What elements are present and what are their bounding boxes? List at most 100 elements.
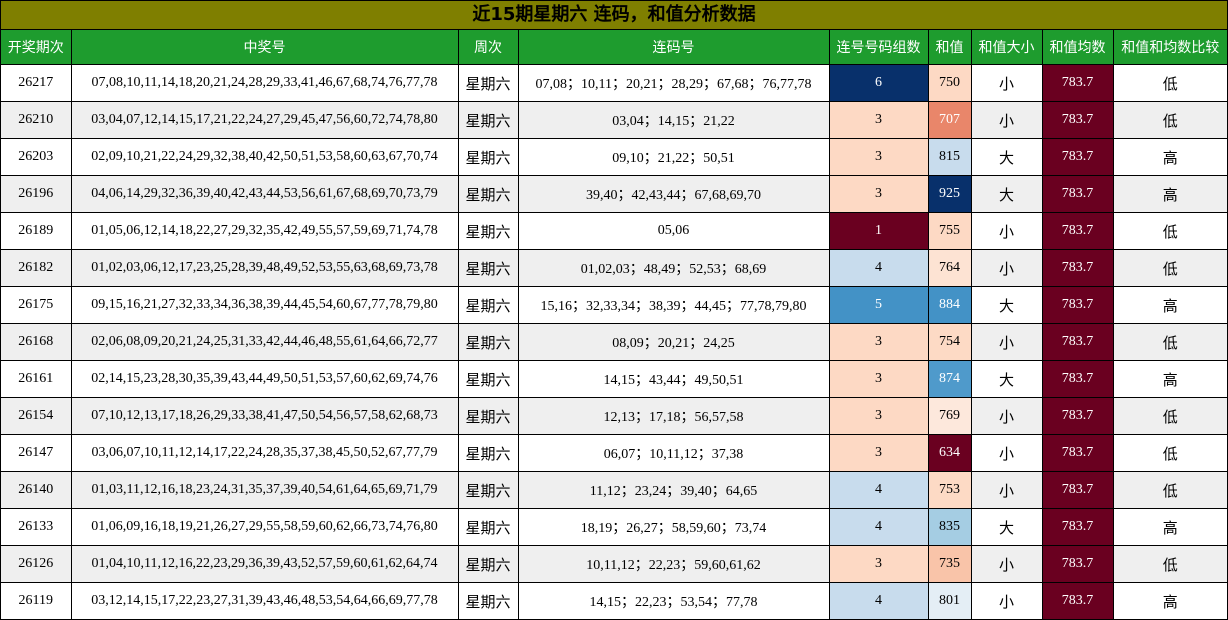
size-cell: 小 bbox=[970, 582, 1043, 619]
consecutive-cell: 01,02,03；48,49；52,53；68,69 bbox=[517, 249, 830, 287]
size-cell: 小 bbox=[970, 64, 1043, 102]
week-cell: 星期六 bbox=[457, 397, 519, 435]
numbers-cell: 02,14,15,23,28,30,35,39,43,44,49,50,51,5… bbox=[70, 360, 459, 398]
groups-cell: 3 bbox=[828, 545, 929, 583]
week-cell: 星期六 bbox=[457, 64, 519, 102]
size-cell: 大 bbox=[970, 286, 1043, 324]
table-row: 26196 04,06,14,29,32,36,39,40,42,43,44,53… bbox=[1, 175, 1227, 213]
sum-cell: 750 bbox=[927, 64, 972, 102]
period-cell: 26189 bbox=[1, 212, 72, 250]
sum-cell: 874 bbox=[927, 360, 972, 398]
consecutive-cell: 14,15；43,44；49,50,51 bbox=[517, 360, 830, 398]
size-cell: 大 bbox=[970, 138, 1043, 176]
compare-cell: 低 bbox=[1112, 397, 1227, 435]
consecutive-cell: 12,13；17,18；56,57,58 bbox=[517, 397, 830, 435]
week-cell: 星期六 bbox=[457, 545, 519, 583]
week-cell: 星期六 bbox=[457, 323, 519, 361]
compare-cell: 高 bbox=[1112, 360, 1227, 398]
size-cell: 大 bbox=[970, 360, 1043, 398]
header-size: 和值大小 bbox=[970, 30, 1043, 65]
table-row: 26210 03,04,07,12,14,15,17,21,22,24,27,29… bbox=[1, 101, 1227, 139]
header-groups: 连号号码组数 bbox=[828, 30, 929, 65]
compare-cell: 低 bbox=[1112, 323, 1227, 361]
week-cell: 星期六 bbox=[457, 101, 519, 139]
groups-cell: 3 bbox=[828, 101, 929, 139]
sum-cell: 735 bbox=[927, 545, 972, 583]
period-cell: 26147 bbox=[1, 434, 72, 472]
compare-cell: 高 bbox=[1112, 138, 1227, 176]
groups-cell: 3 bbox=[828, 397, 929, 435]
sum-cell: 753 bbox=[927, 471, 972, 509]
consecutive-cell: 05,06 bbox=[517, 212, 830, 250]
size-cell: 大 bbox=[970, 508, 1043, 546]
week-cell: 星期六 bbox=[457, 212, 519, 250]
numbers-cell: 01,04,10,11,12,16,22,23,29,36,39,43,52,5… bbox=[70, 545, 459, 583]
table-title: 近15期星期六 连码，和值分析数据 bbox=[1, 1, 1227, 30]
numbers-cell: 03,12,14,15,17,22,23,27,31,39,43,46,48,5… bbox=[70, 582, 459, 619]
header-sum: 和值 bbox=[927, 30, 972, 65]
consecutive-cell: 09,10；21,22；50,51 bbox=[517, 138, 830, 176]
sum-cell: 801 bbox=[927, 582, 972, 619]
compare-cell: 低 bbox=[1112, 471, 1227, 509]
avg-cell: 783.7 bbox=[1041, 471, 1114, 509]
sum-cell: 634 bbox=[927, 434, 972, 472]
size-cell: 小 bbox=[970, 471, 1043, 509]
numbers-cell: 03,04,07,12,14,15,17,21,22,24,27,29,45,4… bbox=[70, 101, 459, 139]
numbers-cell: 01,05,06,12,14,18,22,27,29,32,35,42,49,5… bbox=[70, 212, 459, 250]
avg-cell: 783.7 bbox=[1041, 397, 1114, 435]
size-cell: 小 bbox=[970, 249, 1043, 287]
numbers-cell: 01,06,09,16,18,19,21,26,27,29,55,58,59,6… bbox=[70, 508, 459, 546]
header-consecutive: 连码号 bbox=[517, 30, 830, 65]
compare-cell: 高 bbox=[1112, 582, 1227, 619]
consecutive-cell: 06,07；10,11,12；37,38 bbox=[517, 434, 830, 472]
table-row: 26147 03,06,07,10,11,12,14,17,22,24,28,35… bbox=[1, 434, 1227, 472]
groups-cell: 3 bbox=[828, 138, 929, 176]
period-cell: 26182 bbox=[1, 249, 72, 287]
compare-cell: 低 bbox=[1112, 101, 1227, 139]
week-cell: 星期六 bbox=[457, 360, 519, 398]
consecutive-cell: 14,15；22,23；53,54；77,78 bbox=[517, 582, 830, 619]
table-body: 26217 07,08,10,11,14,18,20,21,24,28,29,33… bbox=[1, 64, 1227, 619]
sum-cell: 764 bbox=[927, 249, 972, 287]
avg-cell: 783.7 bbox=[1041, 64, 1114, 102]
compare-cell: 低 bbox=[1112, 545, 1227, 583]
groups-cell: 5 bbox=[828, 286, 929, 324]
consecutive-cell: 39,40；42,43,44；67,68,69,70 bbox=[517, 175, 830, 213]
avg-cell: 783.7 bbox=[1041, 212, 1114, 250]
sum-cell: 815 bbox=[927, 138, 972, 176]
period-cell: 26175 bbox=[1, 286, 72, 324]
avg-cell: 783.7 bbox=[1041, 508, 1114, 546]
table-row: 26161 02,14,15,23,28,30,35,39,43,44,49,50… bbox=[1, 360, 1227, 398]
consecutive-cell: 11,12；23,24；39,40；64,65 bbox=[517, 471, 830, 509]
table-row: 26133 01,06,09,16,18,19,21,26,27,29,55,58… bbox=[1, 508, 1227, 546]
period-cell: 26154 bbox=[1, 397, 72, 435]
sum-cell: 835 bbox=[927, 508, 972, 546]
week-cell: 星期六 bbox=[457, 434, 519, 472]
size-cell: 小 bbox=[970, 212, 1043, 250]
sum-cell: 754 bbox=[927, 323, 972, 361]
numbers-cell: 07,08,10,11,14,18,20,21,24,28,29,33,41,4… bbox=[70, 64, 459, 102]
avg-cell: 783.7 bbox=[1041, 360, 1114, 398]
compare-cell: 低 bbox=[1112, 64, 1227, 102]
groups-cell: 4 bbox=[828, 471, 929, 509]
groups-cell: 6 bbox=[828, 64, 929, 102]
period-cell: 26119 bbox=[1, 582, 72, 619]
avg-cell: 783.7 bbox=[1041, 545, 1114, 583]
week-cell: 星期六 bbox=[457, 249, 519, 287]
avg-cell: 783.7 bbox=[1041, 101, 1114, 139]
analysis-table: 开奖期次 中奖号 周次 连码号 连号号码组数 和值 和值大小 和值均数 和值和均… bbox=[1, 30, 1227, 619]
numbers-cell: 03,06,07,10,11,12,14,17,22,24,28,35,37,3… bbox=[70, 434, 459, 472]
table-row: 26154 07,10,12,13,17,18,26,29,33,38,41,47… bbox=[1, 397, 1227, 435]
header-week: 周次 bbox=[457, 30, 519, 65]
groups-cell: 1 bbox=[828, 212, 929, 250]
numbers-cell: 02,06,08,09,20,21,24,25,31,33,42,44,46,4… bbox=[70, 323, 459, 361]
table-row: 26126 01,04,10,11,12,16,22,23,29,36,39,43… bbox=[1, 545, 1227, 583]
period-cell: 26126 bbox=[1, 545, 72, 583]
groups-cell: 4 bbox=[828, 249, 929, 287]
period-cell: 26203 bbox=[1, 138, 72, 176]
compare-cell: 低 bbox=[1112, 249, 1227, 287]
period-cell: 26217 bbox=[1, 64, 72, 102]
avg-cell: 783.7 bbox=[1041, 249, 1114, 287]
numbers-cell: 02,09,10,21,22,24,29,32,38,40,42,50,51,5… bbox=[70, 138, 459, 176]
analysis-table-container: 近15期星期六 连码，和值分析数据 开奖期次 中奖号 周次 连码号 连号号码组数… bbox=[0, 0, 1228, 620]
